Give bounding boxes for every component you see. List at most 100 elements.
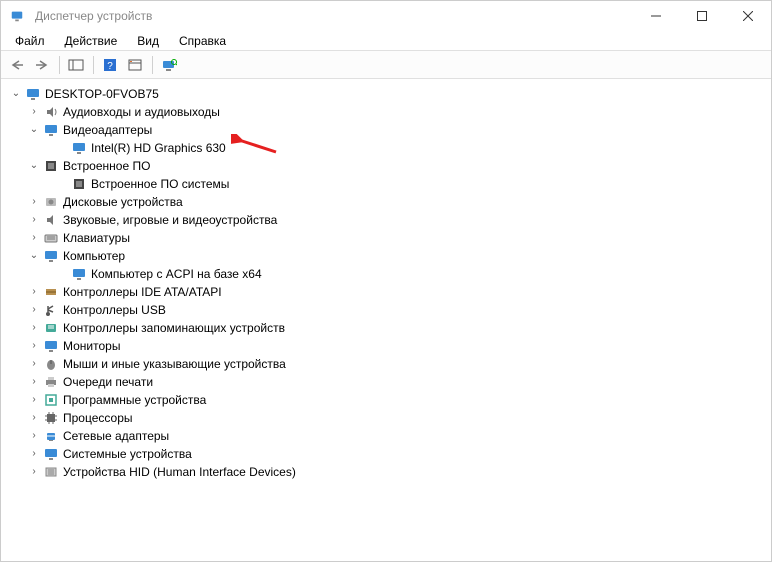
hid-icon: [43, 464, 59, 480]
menu-view[interactable]: Вид: [129, 32, 167, 50]
tree-item-computer-child[interactable]: Компьютер с ACPI на базе x64: [9, 265, 771, 283]
tree-item-mouse[interactable]: › Мыши и иные указывающие устройства: [9, 355, 771, 373]
tree-item-firmware[interactable]: ⌄ Встроенное ПО: [9, 157, 771, 175]
expand-icon[interactable]: ›: [27, 357, 41, 371]
tree-item-network[interactable]: › Сетевые адаптеры: [9, 427, 771, 445]
tree-item-disk[interactable]: › Дисковые устройства: [9, 193, 771, 211]
expand-icon[interactable]: ›: [27, 213, 41, 227]
help-button[interactable]: ?: [98, 54, 122, 76]
expand-icon[interactable]: ›: [27, 303, 41, 317]
nav-forward-button[interactable]: [30, 54, 54, 76]
tree-item-label: Программные устройства: [63, 391, 206, 409]
device-tree[interactable]: ⌄ DESKTOP-0FVOB75 › Аудиовходы и аудиовы…: [1, 79, 771, 561]
software-device-icon: [43, 392, 59, 408]
tree-item-print[interactable]: › Очереди печати: [9, 373, 771, 391]
tree-item-label: Контроллеры USB: [63, 301, 166, 319]
tree-root-label: DESKTOP-0FVOB75: [45, 85, 159, 103]
collapse-icon[interactable]: ⌄: [27, 159, 41, 173]
computer-icon: [71, 266, 87, 282]
usb-icon: [43, 302, 59, 318]
tree-item-monitor[interactable]: › Мониторы: [9, 337, 771, 355]
expand-icon[interactable]: ›: [27, 375, 41, 389]
expand-icon[interactable]: ›: [27, 105, 41, 119]
tree-item-label: Очереди печати: [63, 373, 153, 391]
system-device-icon: [43, 446, 59, 462]
printer-icon: [43, 374, 59, 390]
sound-icon: [43, 212, 59, 228]
expand-icon[interactable]: ›: [27, 447, 41, 461]
network-icon: [43, 428, 59, 444]
toolbar-separator: [93, 56, 94, 74]
tree-item-label: Контроллеры запоминающих устройств: [63, 319, 285, 337]
expand-icon[interactable]: ›: [27, 231, 41, 245]
tree-item-label: Системные устройства: [63, 445, 192, 463]
tree-item-label: Процессоры: [63, 409, 133, 427]
toolbar-separator: [152, 56, 153, 74]
tree-item-label: Аудиовходы и аудиовыходы: [63, 103, 220, 121]
tree-item-label: Дисковые устройства: [63, 193, 183, 211]
tree-item-label: Встроенное ПО системы: [91, 175, 229, 193]
computer-icon: [43, 248, 59, 264]
nav-back-button[interactable]: [5, 54, 29, 76]
tree-item-ide[interactable]: › Контроллеры IDE ATA/ATAPI: [9, 283, 771, 301]
expand-icon[interactable]: ›: [27, 393, 41, 407]
tree-item-firmware-child[interactable]: Встроенное ПО системы: [9, 175, 771, 193]
tree-item-hid[interactable]: › Устройства HID (Human Interface Device…: [9, 463, 771, 481]
tree-item-sound[interactable]: › Звуковые, игровые и видеоустройства: [9, 211, 771, 229]
tree-item-label: Устройства HID (Human Interface Devices): [63, 463, 296, 481]
mouse-icon: [43, 356, 59, 372]
minimize-button[interactable]: [633, 1, 679, 31]
tree-item-video-child[interactable]: Intel(R) HD Graphics 630: [9, 139, 771, 157]
tree-item-system[interactable]: › Системные устройства: [9, 445, 771, 463]
tree-item-label: Сетевые адаптеры: [63, 427, 169, 445]
tree-item-audio[interactable]: › Аудиовходы и аудиовыходы: [9, 103, 771, 121]
tree-item-label: Контроллеры IDE ATA/ATAPI: [63, 283, 222, 301]
tree-item-label: Компьютер с ACPI на базе x64: [91, 265, 262, 283]
tree-item-label: Мониторы: [63, 337, 120, 355]
properties-button[interactable]: [123, 54, 147, 76]
toolbar-separator: [59, 56, 60, 74]
menu-file[interactable]: Файл: [7, 32, 53, 50]
menu-action[interactable]: Действие: [57, 32, 126, 50]
expand-icon[interactable]: ›: [27, 411, 41, 425]
tree-item-label: Клавиатуры: [63, 229, 130, 247]
scan-hardware-button[interactable]: [157, 54, 181, 76]
disk-icon: [43, 194, 59, 210]
svg-text:?: ?: [107, 61, 113, 72]
tree-root[interactable]: ⌄ DESKTOP-0FVOB75: [9, 85, 771, 103]
expand-icon[interactable]: ›: [27, 285, 41, 299]
maximize-button[interactable]: [679, 1, 725, 31]
expand-icon[interactable]: ›: [27, 321, 41, 335]
display-adapter-icon: [43, 122, 59, 138]
expand-icon[interactable]: ›: [27, 465, 41, 479]
firmware-icon: [43, 158, 59, 174]
expand-icon[interactable]: ›: [27, 195, 41, 209]
expand-icon[interactable]: ›: [27, 339, 41, 353]
toolbar: ?: [1, 51, 771, 79]
collapse-icon[interactable]: ⌄: [27, 249, 41, 263]
keyboard-icon: [43, 230, 59, 246]
tree-item-computer[interactable]: ⌄ Компьютер: [9, 247, 771, 265]
tree-item-keyboard[interactable]: › Клавиатуры: [9, 229, 771, 247]
tree-item-usb[interactable]: › Контроллеры USB: [9, 301, 771, 319]
menu-help[interactable]: Справка: [171, 32, 234, 50]
tree-item-cpu[interactable]: › Процессоры: [9, 409, 771, 427]
show-hide-console-button[interactable]: [64, 54, 88, 76]
tree-item-label: Компьютер: [63, 247, 125, 265]
storage-controller-icon: [43, 320, 59, 336]
cpu-icon: [43, 410, 59, 426]
tree-item-storage[interactable]: › Контроллеры запоминающих устройств: [9, 319, 771, 337]
window-controls: [633, 1, 771, 31]
collapse-icon[interactable]: ⌄: [9, 87, 23, 101]
tree-item-software[interactable]: › Программные устройства: [9, 391, 771, 409]
display-adapter-icon: [71, 140, 87, 156]
tree-item-label: Мыши и иные указывающие устройства: [63, 355, 286, 373]
audio-icon: [43, 104, 59, 120]
tree-item-label: Видеоадаптеры: [63, 121, 152, 139]
menubar: Файл Действие Вид Справка: [1, 31, 771, 51]
expand-icon[interactable]: ›: [27, 429, 41, 443]
close-button[interactable]: [725, 1, 771, 31]
collapse-icon[interactable]: ⌄: [27, 123, 41, 137]
tree-item-video[interactable]: ⌄ Видеоадаптеры: [9, 121, 771, 139]
computer-root-icon: [25, 86, 41, 102]
